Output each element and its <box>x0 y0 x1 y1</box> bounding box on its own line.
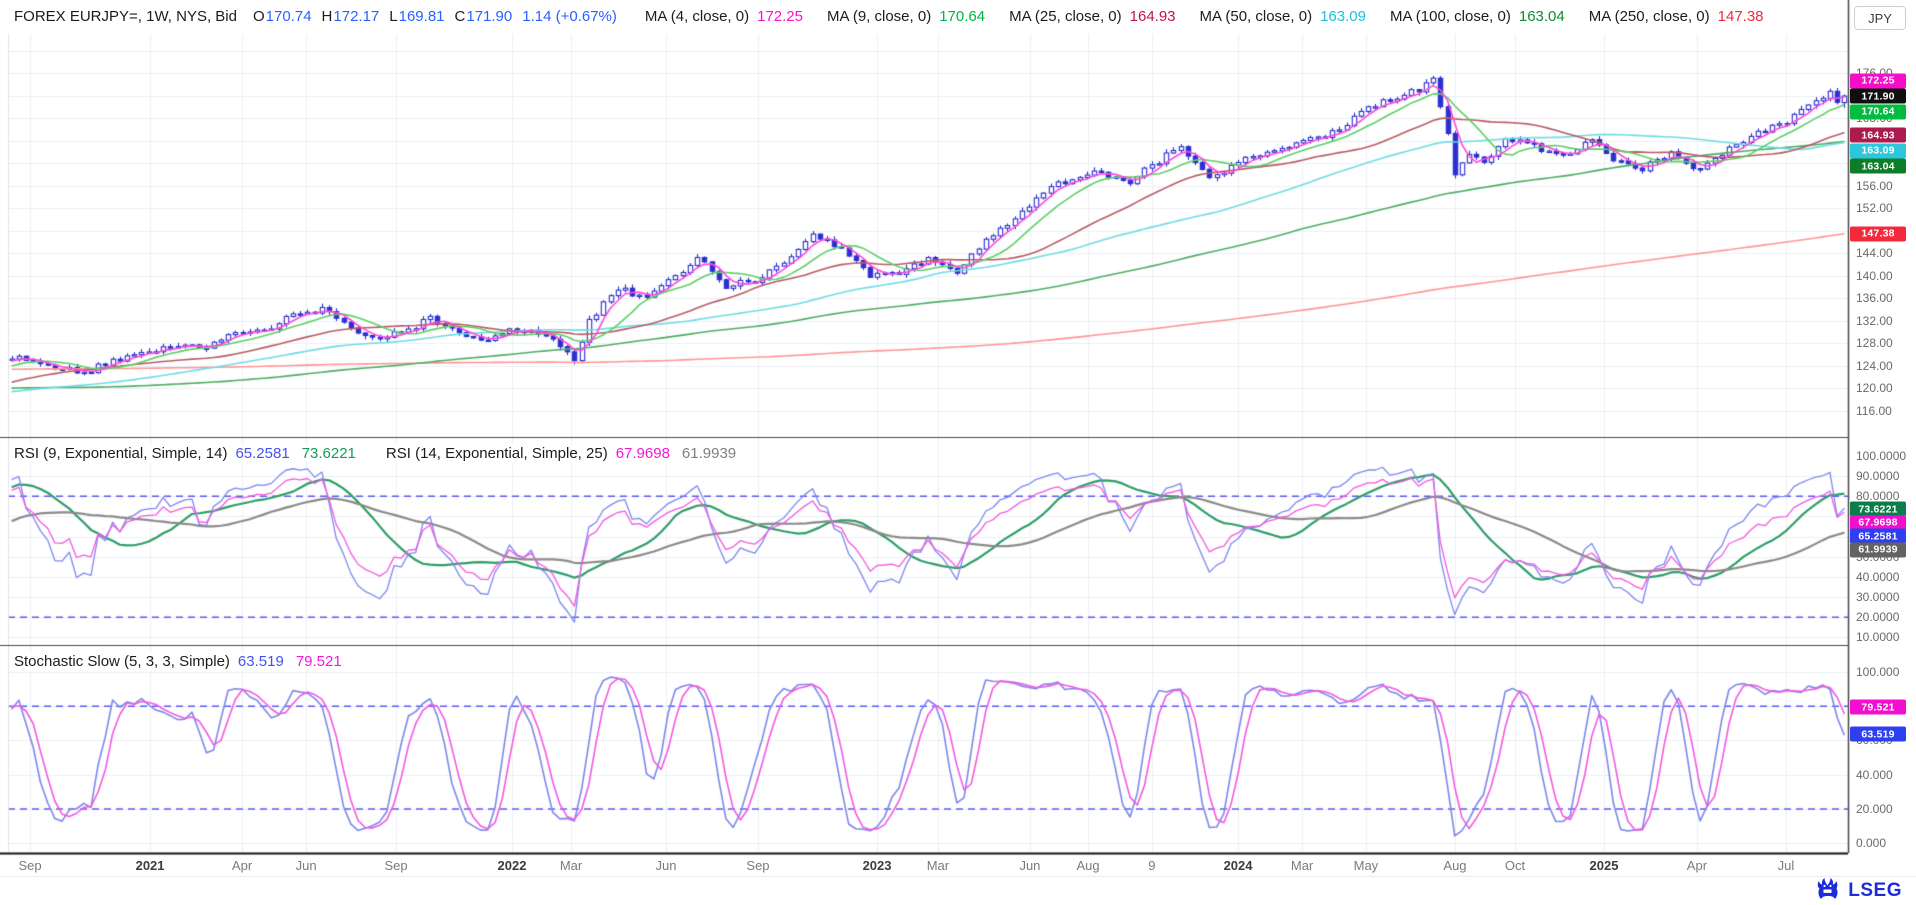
time-label: Jul <box>1778 858 1795 873</box>
time-label: Oct <box>1505 858 1525 873</box>
price-axis-tick: 152.00 <box>1856 201 1893 215</box>
rsi-legend: RSI (9, Exponential, Simple, 14) 65.2581 7… <box>14 444 752 463</box>
change-value: 1.14 (+0.67%) <box>522 8 617 25</box>
quote-key: H <box>322 8 333 25</box>
rsi-axis-tick: 10.0000 <box>1856 630 1899 644</box>
currency-button[interactable]: JPY <box>1854 6 1906 30</box>
rsi-legend-value-0-0: 65.2581 <box>235 445 289 462</box>
time-label: Mar <box>927 858 949 873</box>
lseg-logo-text: LSEG <box>1848 880 1902 902</box>
stoch-axis-tick: 100.000 <box>1856 665 1899 679</box>
time-label: Mar <box>1291 858 1313 873</box>
time-label: May <box>1354 858 1379 873</box>
ma-legend-value-4: 163.04 <box>1519 8 1565 25</box>
ma-legend-value-0: 172.25 <box>757 8 803 25</box>
time-label-year: 2025 <box>1590 858 1619 873</box>
quote-value: 171.90 <box>466 8 512 25</box>
price-axis-tick: 140.00 <box>1856 269 1893 283</box>
price-axis-badge: 163.09 <box>1850 143 1906 158</box>
stoch-legend-label: Stochastic Slow (5, 3, 3, Simple) <box>14 653 230 670</box>
chart-window: FOREX EURJPY=, 1W, NYS, Bid O170.74H172.… <box>0 0 1916 905</box>
time-label: Aug <box>1077 858 1100 873</box>
rsi-legend-label-1: RSI (14, Exponential, Simple, 25) <box>386 445 608 462</box>
time-label: Sep <box>19 858 42 873</box>
rsi-legend-value-1-0: 67.9698 <box>616 445 670 462</box>
quote-high: H172.17 <box>322 8 390 25</box>
rsi-axis-tick: 40.0000 <box>1856 570 1899 584</box>
footer-bar: LSEG <box>0 877 1916 905</box>
price-axis-tick: 156.00 <box>1856 179 1893 193</box>
rsi-axis-tick: 90.0000 <box>1856 469 1899 483</box>
quote-low: L169.81 <box>389 8 454 25</box>
price-axis-badge: 163.04 <box>1850 159 1906 174</box>
time-label-year: 2023 <box>863 858 892 873</box>
rsi-legend-value-0-1: 73.6221 <box>302 445 356 462</box>
price-axis-badge: 170.64 <box>1850 104 1906 119</box>
lseg-crest-icon <box>1814 877 1841 905</box>
ma-legend-label-4: MA (100, close, 0) <box>1390 8 1511 25</box>
time-label: 9 <box>1148 858 1155 873</box>
symbol-title: FOREX EURJPY=, 1W, NYS, Bid <box>14 8 237 25</box>
quote-value: 172.17 <box>333 8 379 25</box>
ma-legend-value-2: 164.93 <box>1130 8 1176 25</box>
time-label: Sep <box>384 858 407 873</box>
ma-legend-label-0: MA (4, close, 0) <box>645 8 749 25</box>
price-axis-tick: 120.00 <box>1856 381 1893 395</box>
ma-legend-value-5: 147.38 <box>1718 8 1764 25</box>
quote-key: O <box>253 8 265 25</box>
ma-legend-value-3: 163.09 <box>1320 8 1366 25</box>
quote-open: O170.74 <box>253 8 322 25</box>
time-label: Jun <box>655 858 676 873</box>
price-axis-tick: 116.00 <box>1856 404 1892 418</box>
ma-legend-label-5: MA (250, close, 0) <box>1589 8 1710 25</box>
price-axis-tick: 136.00 <box>1856 291 1893 305</box>
ma-legend-label-1: MA (9, close, 0) <box>827 8 931 25</box>
price-axis-badge: 147.38 <box>1850 226 1906 241</box>
stoch-axis-tick: 0.000 <box>1856 836 1886 850</box>
stoch-legend-value-0: 63.519 <box>238 653 284 670</box>
price-axis-badge: 171.90 <box>1850 89 1906 104</box>
price-axis-tick: 144.00 <box>1856 246 1893 260</box>
quote-close: C171.90 <box>455 8 523 25</box>
quote-value: 169.81 <box>399 8 445 25</box>
price-legend: FOREX EURJPY=, 1W, NYS, Bid O170.74H172.… <box>14 7 1792 26</box>
quote-value: 170.74 <box>266 8 312 25</box>
time-label: Jun <box>1019 858 1040 873</box>
rsi-axis-tick: 100.0000 <box>1856 449 1906 463</box>
price-axis-badge: 172.25 <box>1850 73 1906 88</box>
price-axis-badge: 164.93 <box>1850 128 1906 143</box>
ma-legend-label-2: MA (25, close, 0) <box>1009 8 1122 25</box>
stoch-axis-tick: 20.000 <box>1856 802 1893 816</box>
rsi-legend-label-0: RSI (9, Exponential, Simple, 14) <box>14 445 227 462</box>
time-label: Jun <box>296 858 317 873</box>
rsi-axis-tick: 30.0000 <box>1856 590 1899 604</box>
time-label-year: 2021 <box>136 858 165 873</box>
stoch-legend-value-1: 79.521 <box>296 653 342 670</box>
time-label: Apr <box>232 858 252 873</box>
price-axis-tick: 128.00 <box>1856 336 1893 350</box>
time-label-year: 2022 <box>498 858 527 873</box>
stoch-axis-tick: 40.000 <box>1856 768 1893 782</box>
rsi-legend-value-1-1: 61.9939 <box>682 445 736 462</box>
stoch-legend: Stochastic Slow (5, 3, 3, Simple) 63.519 7… <box>14 652 358 671</box>
ma-legend-value-1: 170.64 <box>939 8 985 25</box>
stoch-axis-badge: 63.519 <box>1850 727 1906 742</box>
quote-key: C <box>455 8 466 25</box>
rsi-axis-badge: 61.9939 <box>1850 542 1906 557</box>
price-axis-tick: 124.00 <box>1856 359 1893 373</box>
time-label: Sep <box>746 858 769 873</box>
quote-key: L <box>389 8 397 25</box>
time-label-year: 2024 <box>1224 858 1253 873</box>
time-label: Apr <box>1687 858 1707 873</box>
price-axis-tick: 132.00 <box>1856 314 1893 328</box>
stoch-axis-badge: 79.521 <box>1850 700 1906 715</box>
time-label: Aug <box>1443 858 1466 873</box>
ma-legend-label-3: MA (50, close, 0) <box>1200 8 1313 25</box>
rsi-axis-tick: 20.0000 <box>1856 610 1899 624</box>
time-label: Mar <box>560 858 582 873</box>
